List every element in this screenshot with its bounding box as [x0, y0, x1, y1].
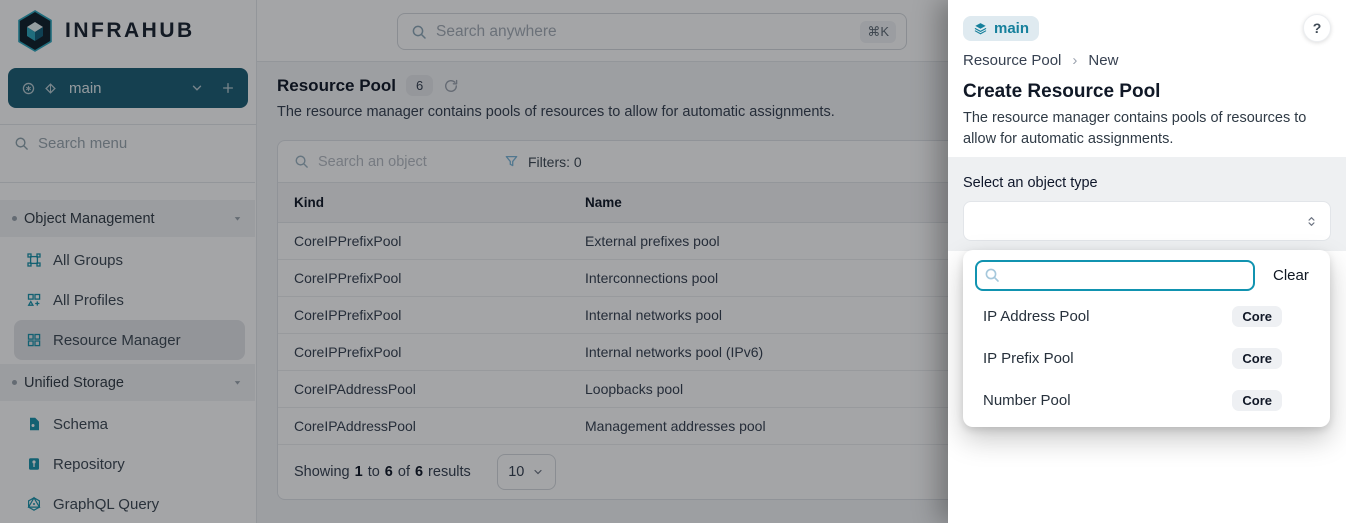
option-label: IP Address Pool — [983, 308, 1089, 325]
breadcrumb: Resource Pool › New — [963, 52, 1331, 69]
core-badge: Core — [1232, 306, 1282, 327]
help-button[interactable]: ? — [1303, 14, 1331, 42]
layers-icon — [973, 21, 988, 36]
drawer-title: Create Resource Pool — [963, 81, 1331, 103]
core-badge: Core — [1232, 390, 1282, 411]
object-type-dropdown: Clear IP Address Pool Core IP Prefix Poo… — [963, 250, 1330, 427]
dropdown-search-input[interactable] — [975, 260, 1255, 291]
clear-button[interactable]: Clear — [1273, 267, 1309, 284]
branch-badge-label: main — [994, 20, 1029, 37]
option-ip-prefix-pool[interactable]: IP Prefix Pool Core — [975, 337, 1318, 379]
breadcrumb-resource-pool[interactable]: Resource Pool — [963, 52, 1061, 69]
chevrons-up-down-icon — [1305, 215, 1318, 228]
modal-overlay[interactable] — [0, 0, 948, 523]
core-badge: Core — [1232, 348, 1282, 369]
dropdown-search — [975, 260, 1255, 291]
breadcrumb-new: New — [1088, 52, 1118, 69]
branch-badge: main — [963, 16, 1039, 41]
option-number-pool[interactable]: Number Pool Core — [975, 379, 1318, 421]
search-icon — [984, 267, 1000, 283]
app-window: INFRAHUB main — [0, 0, 1346, 523]
create-resource-pool-drawer: main ? Resource Pool › New Create Resour… — [948, 0, 1346, 523]
option-ip-address-pool[interactable]: IP Address Pool Core — [975, 295, 1318, 337]
chevron-right-icon: › — [1072, 52, 1077, 69]
object-type-form: Select an object type — [948, 157, 1346, 251]
drawer-description: The resource manager contains pools of r… — [963, 108, 1331, 149]
object-type-label: Select an object type — [963, 175, 1331, 191]
drawer-header: main ? Resource Pool › New Create Resour… — [948, 0, 1346, 157]
object-type-combobox[interactable] — [963, 201, 1331, 241]
option-label: Number Pool — [983, 392, 1071, 409]
option-label: IP Prefix Pool — [983, 350, 1074, 367]
